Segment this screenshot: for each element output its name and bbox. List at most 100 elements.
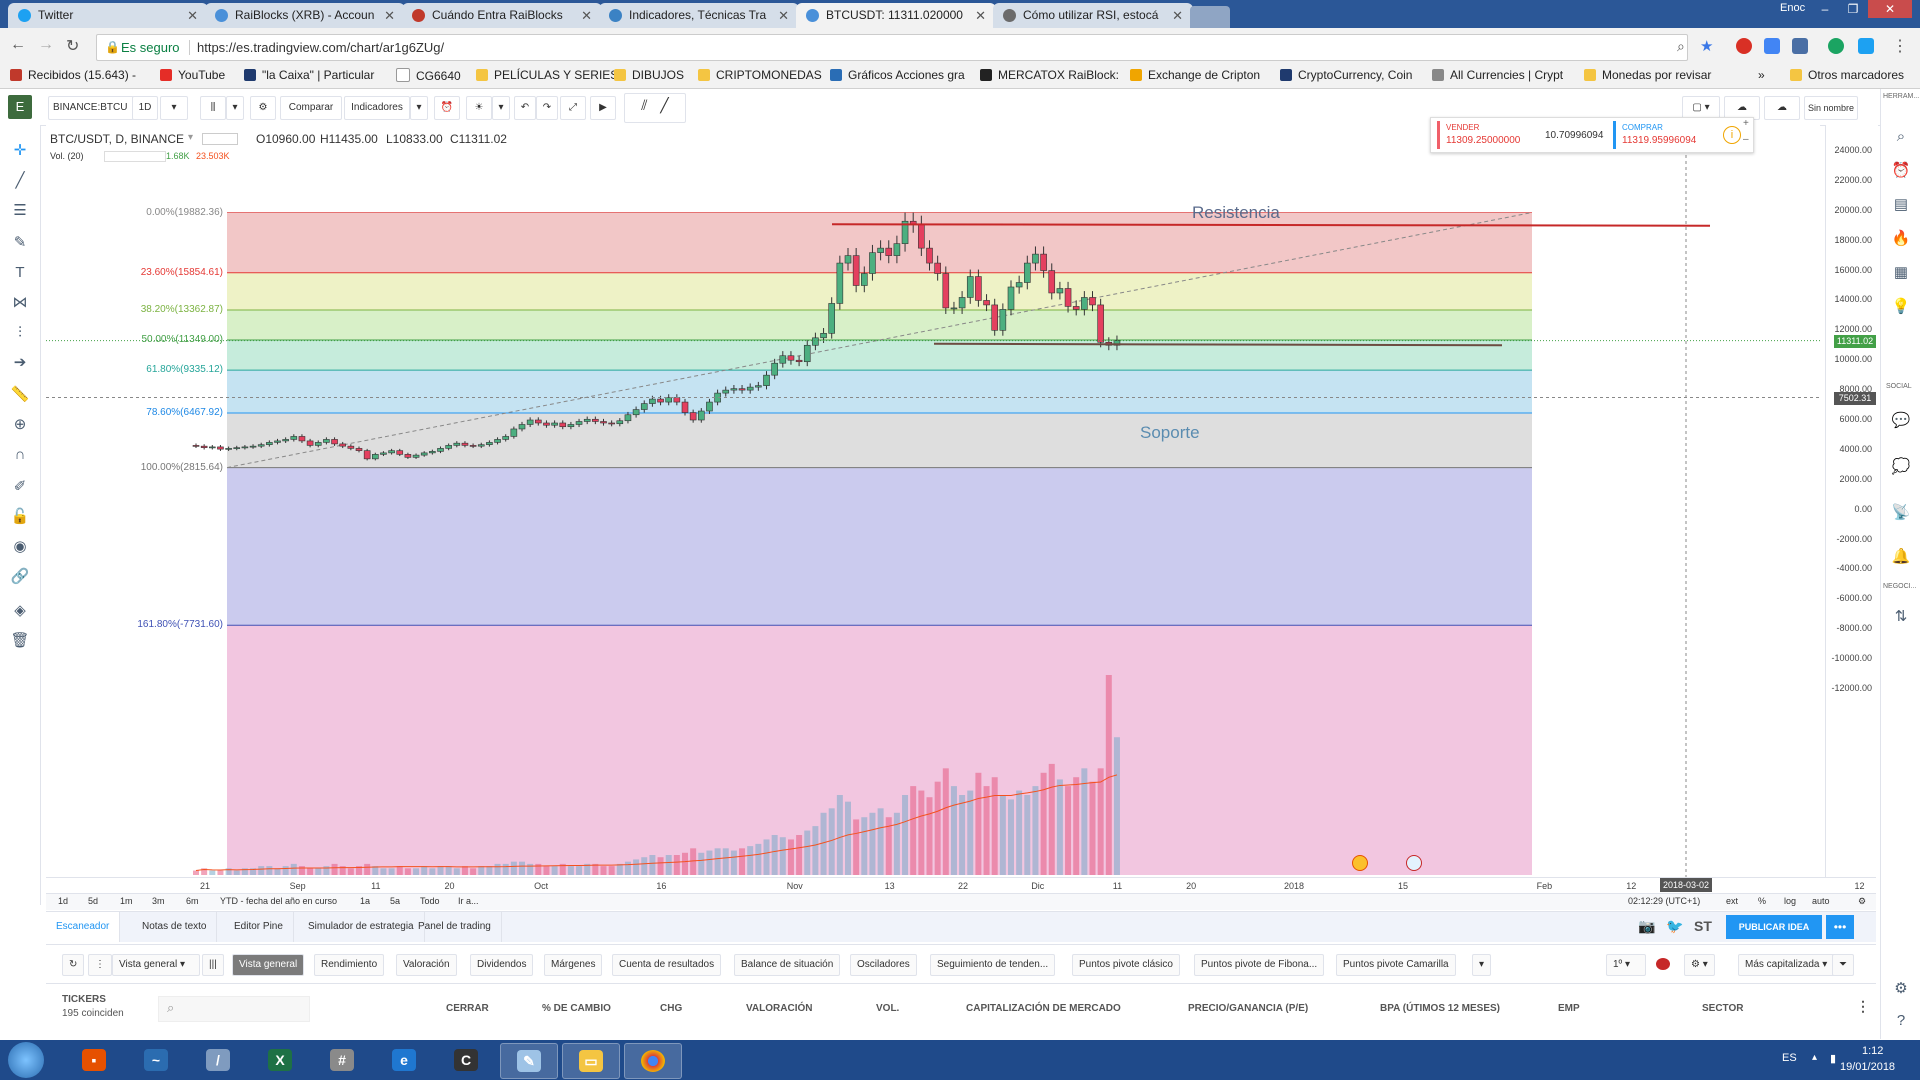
close-icon[interactable]: ✕ xyxy=(187,3,198,28)
range-ytd[interactable]: YTD - fecha del año en curso xyxy=(220,896,337,906)
clock-time[interactable]: 02:12:29 (UTC+1) xyxy=(1628,896,1700,906)
col-pe[interactable]: PRECIO/GANANCIA (P/E) xyxy=(1188,1003,1308,1014)
view-overview[interactable]: Vista general xyxy=(232,954,305,976)
alarm-icon[interactable]: ⏰ xyxy=(1891,161,1911,181)
taskbar-app[interactable]: ▭ xyxy=(562,1043,620,1079)
auto-toggle[interactable]: auto xyxy=(1812,896,1830,906)
view-performance[interactable]: Rendimiento xyxy=(314,954,385,976)
redo-icon[interactable]: ↷ xyxy=(536,96,558,120)
taskbar-app[interactable]: # xyxy=(314,1043,370,1077)
chat-icon[interactable]: 💬 xyxy=(1891,411,1911,431)
view-oscillators[interactable]: Osciladores xyxy=(850,954,917,976)
volume-label[interactable]: Vol. (20) xyxy=(50,151,84,161)
taskbar-app[interactable]: / xyxy=(190,1043,246,1077)
col-rating[interactable]: VALORACIÓN xyxy=(746,1003,812,1014)
view-pivot-camarilla[interactable]: Puntos pivote Camarilla xyxy=(1336,954,1456,976)
fib-icon[interactable]: ⫶ xyxy=(10,323,30,343)
view-dividends[interactable]: Dividendos xyxy=(470,954,534,976)
close-icon[interactable]: ✕ xyxy=(975,3,986,28)
search-icon[interactable]: ⌕ xyxy=(1677,38,1685,55)
log-toggle[interactable]: log xyxy=(1784,896,1796,906)
interval-select[interactable]: 1D xyxy=(132,96,158,120)
window-close-icon[interactable]: ✕ xyxy=(1868,0,1912,18)
columns-icon[interactable]: ||| xyxy=(202,954,224,976)
gear-icon[interactable]: ⚙ xyxy=(1891,979,1911,999)
tab-twitter[interactable]: Twitter ✕ xyxy=(8,3,208,28)
tab-raiblocks[interactable]: RaiBlocks (XRB) - Accoun ✕ xyxy=(205,3,405,28)
maximize-icon[interactable]: ❐ xyxy=(1840,0,1866,18)
view-trend[interactable]: Seguimiento de tenden... xyxy=(930,954,1056,976)
menu-icon[interactable]: ⋮ xyxy=(1892,36,1908,56)
undo-icon[interactable]: ↶ xyxy=(514,96,536,120)
price-chart[interactable] xyxy=(46,125,1820,877)
new-tab-button[interactable] xyxy=(1190,6,1230,28)
user-avatar[interactable]: E xyxy=(8,95,32,119)
gear-icon[interactable]: ⚙ xyxy=(1858,896,1866,907)
compare-button[interactable]: Comparar xyxy=(280,96,342,120)
tab-indicadores[interactable]: Indicadores, Técnicas Tra ✕ xyxy=(599,3,799,28)
range-3m[interactable]: 3m xyxy=(152,896,165,906)
col-market-cap[interactable]: CAPITALIZACIÓN DE MERCADO xyxy=(966,1003,1121,1014)
tab-btcusdt[interactable]: BTCUSDT: 11311.020000 ✕ xyxy=(796,3,996,28)
bookmark-folder[interactable]: Monedas por revisar xyxy=(1584,68,1711,82)
zoom-icon[interactable]: ⊕ xyxy=(10,415,30,435)
bookmarks-more[interactable]: » xyxy=(1758,68,1765,82)
pattern-icon[interactable]: ⋈ xyxy=(10,293,30,313)
crosshair-icon[interactable]: ✛ xyxy=(10,141,30,161)
back-icon[interactable]: ← xyxy=(10,36,26,54)
taskbar-app[interactable]: C xyxy=(438,1043,494,1077)
plus-icon[interactable]: + xyxy=(1743,118,1749,129)
taskbar-app[interactable]: e xyxy=(376,1043,432,1077)
bookmark-item[interactable]: CG6640 xyxy=(396,68,461,83)
col-volume[interactable]: VOL. xyxy=(876,1003,899,1014)
network-icon[interactable]: ▮ xyxy=(1830,1052,1836,1065)
star-icon[interactable]: ★ xyxy=(1700,37,1713,55)
taskbar-app-chrome[interactable] xyxy=(624,1043,682,1079)
tray-expand-icon[interactable]: ▴ xyxy=(1812,1052,1817,1063)
more-vert-icon[interactable]: ⋮ xyxy=(88,954,112,976)
bookmark-item[interactable]: Recibidos (15.643) - xyxy=(10,68,136,82)
close-icon[interactable]: ✕ xyxy=(581,3,592,28)
translate-icon[interactable] xyxy=(1764,38,1780,54)
col-close[interactable]: CERRAR xyxy=(446,1003,489,1014)
bar-style-icon[interactable]: ⫼ xyxy=(200,96,226,120)
url-input[interactable]: 🔒 Es seguro https://es.tradingview.com/c… xyxy=(96,34,1713,61)
stocktwits-button[interactable]: ST xyxy=(1694,918,1712,934)
taskbar-app[interactable]: X xyxy=(252,1043,308,1077)
bookmark-item[interactable]: All Currencies | Crypt xyxy=(1432,68,1563,82)
stream-icon[interactable]: 📡 xyxy=(1891,503,1911,523)
legend-controls[interactable] xyxy=(104,151,166,162)
ray-icon[interactable]: ╱ xyxy=(660,97,668,113)
chevron-down-icon[interactable]: ▾ xyxy=(492,96,510,120)
sun-icon[interactable]: ☀ xyxy=(466,96,492,120)
publish-idea-button[interactable]: PUBLICAR IDEA xyxy=(1726,915,1822,939)
idea-icon[interactable]: 💡 xyxy=(1891,297,1911,317)
more-vert-icon[interactable]: ⋮ xyxy=(1856,998,1870,1015)
symbol-input[interactable]: BINANCE:BTCU xyxy=(48,96,134,120)
chart-title[interactable]: BTC/USDT, D, BINANCE xyxy=(50,132,184,146)
notification-icon[interactable]: 🔔 xyxy=(1891,547,1911,567)
flag-icon[interactable] xyxy=(1406,855,1422,871)
extension-icon[interactable] xyxy=(1828,38,1844,54)
cloud-load-icon[interactable]: ☁ xyxy=(1764,96,1800,120)
chevron-down-icon[interactable]: ▾ xyxy=(1472,954,1492,976)
more-options-icon[interactable]: ••• xyxy=(1826,915,1854,939)
pencil-lock-icon[interactable]: ✐ xyxy=(10,477,30,497)
chevron-down-icon[interactable]: ▾ xyxy=(226,96,244,120)
fibonacci-retracement[interactable] xyxy=(227,212,1532,875)
reload-icon[interactable]: ↻ xyxy=(66,36,79,56)
clock-time[interactable]: 1:12 xyxy=(1862,1045,1883,1057)
refresh-icon[interactable]: ↻ xyxy=(62,954,85,976)
filter-icon[interactable]: ⏷ xyxy=(1832,954,1854,976)
tab-trading-panel[interactable]: Panel de trading xyxy=(408,912,502,942)
lock-icon[interactable]: 🔓 xyxy=(10,507,30,527)
clock-date[interactable]: 19/01/2018 xyxy=(1840,1061,1895,1073)
range-all[interactable]: Todo xyxy=(420,896,440,906)
ext-toggle[interactable]: ext xyxy=(1726,896,1738,906)
col-chg[interactable]: CHG xyxy=(660,1003,682,1014)
view-valuation[interactable]: Valoración xyxy=(396,954,457,976)
bookmark-item[interactable]: YouTube xyxy=(160,68,225,82)
fullscreen-icon[interactable]: ⤢ xyxy=(560,96,586,120)
text-icon[interactable]: T xyxy=(10,263,30,283)
bookmark-folder[interactable]: PELÍCULAS Y SERIES xyxy=(476,68,618,82)
